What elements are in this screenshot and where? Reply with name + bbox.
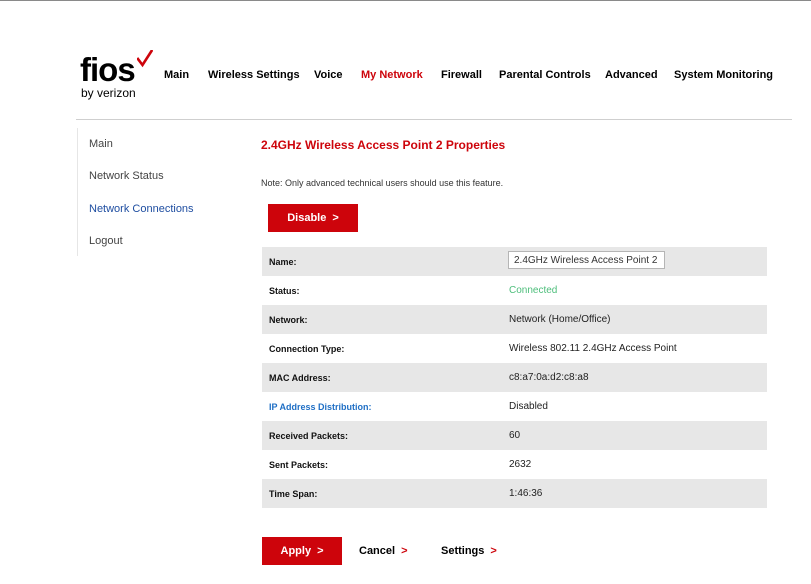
nav-wireless-settings[interactable]: Wireless Settings bbox=[208, 69, 300, 81]
cancel-button-label: Cancel bbox=[359, 545, 396, 557]
sidebar-item-logout[interactable]: Logout bbox=[89, 235, 123, 247]
table-row-time-span: Time Span: 1:46:36 bbox=[262, 479, 767, 508]
properties-table: Name: Status: Connected Network: Network… bbox=[262, 247, 767, 508]
table-row-name: Name: bbox=[262, 247, 767, 276]
received-packets-label: Received Packets: bbox=[269, 430, 349, 441]
time-span-value: 1:46:36 bbox=[509, 488, 543, 499]
mac-address-label: MAC Address: bbox=[269, 372, 331, 383]
name-field[interactable] bbox=[508, 251, 665, 269]
nav-main[interactable]: Main bbox=[164, 69, 189, 81]
nav-firewall[interactable]: Firewall bbox=[441, 69, 482, 81]
sent-packets-label: Sent Packets: bbox=[269, 459, 329, 470]
table-row-ip-distribution: IP Address Distribution: Disabled bbox=[262, 392, 767, 421]
settings-button-label: Settings bbox=[441, 545, 485, 557]
connection-type-value: Wireless 802.11 2.4GHz Access Point bbox=[509, 343, 677, 354]
nav-advanced[interactable]: Advanced bbox=[605, 69, 658, 81]
received-packets-value: 60 bbox=[509, 430, 521, 441]
mac-address-value: c8:a7:0a:d2:c8:a8 bbox=[509, 372, 589, 383]
logo-wordmark: fios bbox=[80, 51, 136, 88]
apply-button-label: Apply bbox=[280, 545, 312, 557]
table-row-mac-address: MAC Address: c8:a7:0a:d2:c8:a8 bbox=[262, 363, 767, 392]
table-row-sent-packets: Sent Packets: 2632 bbox=[262, 450, 767, 479]
sidebar-divider bbox=[77, 128, 78, 256]
ip-address-distribution-link[interactable]: IP Address Distribution: bbox=[269, 402, 372, 412]
table-row-received-packets: Received Packets: 60 bbox=[262, 421, 767, 450]
table-row-status: Status: Connected bbox=[262, 276, 767, 305]
sidebar-item-network-status[interactable]: Network Status bbox=[89, 170, 164, 182]
ip-address-distribution-value: Disabled bbox=[509, 401, 548, 412]
table-row-connection-type: Connection Type: Wireless 802.11 2.4GHz … bbox=[262, 334, 767, 363]
disable-button[interactable]: Disable > bbox=[268, 204, 358, 232]
nav-system-monitoring[interactable]: System Monitoring bbox=[674, 69, 773, 81]
top-border bbox=[0, 0, 811, 1]
table-row-network: Network: Network (Home/Office) bbox=[262, 305, 767, 334]
page-title: 2.4GHz Wireless Access Point 2 Propertie… bbox=[261, 138, 506, 152]
status-value: Connected bbox=[509, 285, 558, 296]
chevron-right-icon: > bbox=[317, 545, 324, 557]
name-label: Name: bbox=[269, 256, 297, 267]
nav-voice[interactable]: Voice bbox=[314, 69, 343, 81]
nav-my-network[interactable]: My Network bbox=[361, 69, 423, 81]
connection-type-label: Connection Type: bbox=[269, 343, 345, 354]
status-label: Status: bbox=[269, 285, 300, 296]
header-divider bbox=[76, 119, 792, 120]
time-span-label: Time Span: bbox=[269, 488, 318, 499]
apply-button[interactable]: Apply > bbox=[262, 537, 342, 565]
network-label: Network: bbox=[269, 314, 308, 325]
fios-logo[interactable]: fios by verizon bbox=[80, 50, 153, 102]
chevron-right-icon: > bbox=[332, 212, 339, 224]
advanced-users-note: Note: Only advanced technical users shou… bbox=[261, 178, 504, 188]
settings-button[interactable]: Settings > bbox=[441, 545, 497, 557]
disable-button-label: Disable bbox=[287, 212, 327, 224]
nav-parental-controls[interactable]: Parental Controls bbox=[499, 69, 591, 81]
sent-packets-value: 2632 bbox=[509, 459, 532, 470]
sidebar-item-main[interactable]: Main bbox=[89, 138, 113, 150]
cancel-button[interactable]: Cancel > bbox=[359, 545, 408, 557]
chevron-right-icon: > bbox=[490, 545, 497, 557]
logo-tagline: by verizon bbox=[81, 86, 136, 100]
check-icon bbox=[137, 50, 153, 68]
network-value: Network (Home/Office) bbox=[509, 314, 611, 325]
sidebar-item-network-connections[interactable]: Network Connections bbox=[89, 203, 194, 215]
chevron-right-icon: > bbox=[401, 545, 408, 557]
